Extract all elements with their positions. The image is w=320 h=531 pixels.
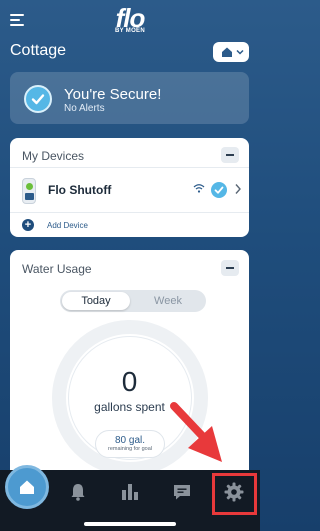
- goal-label: remaining for goal: [107, 446, 153, 452]
- wifi-icon: [193, 184, 205, 193]
- location-title: Cottage: [10, 42, 67, 59]
- home-icon: [20, 480, 34, 494]
- annotation-arrow-icon: [170, 402, 222, 462]
- home-tab-button[interactable]: [5, 465, 49, 509]
- check-circle-icon: [24, 85, 52, 113]
- collapse-devices-button[interactable]: [221, 147, 239, 163]
- flo-logo: flo BY MOEN: [0, 3, 260, 35]
- security-subtitle: No Alerts: [64, 103, 105, 114]
- period-toggle: Today Week: [60, 290, 206, 312]
- logo-text: flo: [115, 3, 146, 33]
- devices-card: My Devices Flo Shutoff + Add Device: [10, 138, 249, 237]
- message-icon[interactable]: [170, 480, 194, 504]
- security-status-banner[interactable]: You're Secure! No Alerts: [10, 72, 249, 124]
- goal-value: 80 gal.: [114, 435, 146, 446]
- flo-device-icon: [22, 178, 36, 204]
- bell-icon[interactable]: [66, 480, 90, 504]
- devices-card-title: My Devices: [22, 149, 85, 163]
- location-selector-button[interactable]: [213, 42, 249, 62]
- device-name: Flo Shutoff: [48, 183, 112, 197]
- divider: [10, 212, 249, 213]
- collapse-water-usage-button[interactable]: [221, 260, 239, 276]
- chevron-right-icon: [235, 184, 241, 194]
- tab-week[interactable]: Week: [134, 292, 202, 310]
- device-row[interactable]: Flo Shutoff: [10, 168, 249, 212]
- water-usage-title: Water Usage: [22, 262, 92, 276]
- security-title: You're Secure!: [64, 86, 162, 103]
- home-icon: [222, 47, 244, 57]
- home-indicator: [84, 522, 176, 526]
- logo-subtext: BY MOEN: [115, 28, 145, 34]
- add-device-icon[interactable]: +: [22, 219, 34, 231]
- goal-remaining-badge: 80 gal. remaining for goal: [95, 430, 165, 458]
- settings-highlight-box: [212, 473, 257, 515]
- bar-chart-icon[interactable]: [118, 480, 142, 504]
- add-device-link[interactable]: Add Device: [47, 221, 88, 230]
- device-status-check-icon: [211, 182, 227, 198]
- tab-today[interactable]: Today: [62, 292, 130, 310]
